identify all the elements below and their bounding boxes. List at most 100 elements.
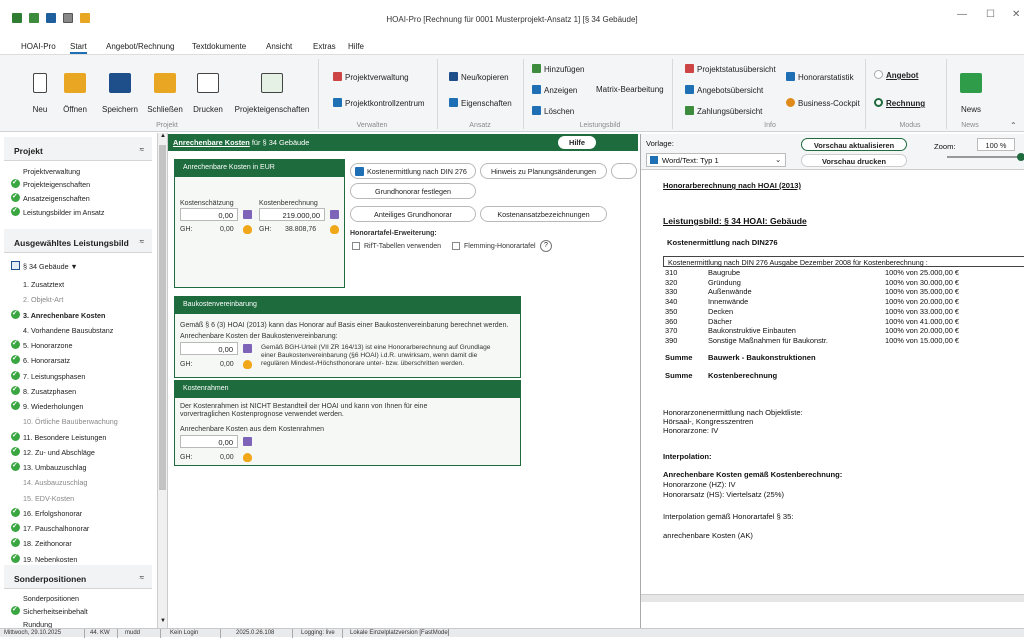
kostenansatzbezeichnungen-button[interactable]: Kostenansatzbezeichnungen [480,206,607,222]
hinweis-planungsaenderungen-button[interactable]: Hinweis zu Planungsänderungen [480,163,607,179]
sidebar-item-leistungsbild-step[interactable]: 3. Anrechenbare Kosten [11,309,105,320]
preview-hscrollbar[interactable] [641,594,1024,602]
sidebar-item-leistungsbild-step[interactable]: 12. Zu- und Abschläge [11,446,95,457]
lightbulb-icon[interactable] [330,225,339,234]
sidebar-item-leistungsbild-step[interactable]: 17. Pauschalhonorar [11,522,89,533]
maximize-icon[interactable]: ☐ [986,9,995,20]
zahlungsuebersicht-button[interactable]: Zahlungsübersicht [685,106,762,116]
angebotsuebersicht-button[interactable]: Angebotsübersicht [685,85,763,95]
sidebar-item-leistungsbilder[interactable]: Leistungsbilder im Ansatz [11,206,105,217]
sidebar-item-leistungsbild-step[interactable]: 1. Zusatztext [23,280,64,289]
sidebar-item-projekteigenschaften[interactable]: Projekteigenschaften [11,178,90,189]
calculator-icon[interactable] [243,210,252,219]
projektverwaltung-button[interactable]: Projektverwaltung [333,72,409,82]
scrollbar-thumb[interactable] [159,145,166,490]
menu-ansicht[interactable]: Ansicht [266,42,292,51]
menu-hoai-pro[interactable]: HOAI-Pro [21,42,56,51]
close-icon[interactable]: ✕ [1012,9,1020,20]
sidebar-item-sicherheitseinbehalt[interactable]: Sicherheitseinbehalt [11,605,88,616]
sidebar-item-leistungsbild-step[interactable]: 19. Nebenkosten [11,553,77,564]
grundhonorar-festlegen-button[interactable]: Grundhonorar festlegen [350,183,476,199]
collapse-icon[interactable]: ≈ [140,237,144,246]
kostenermittlung-din276-button[interactable]: Kostenermittlung nach DIN 276 [350,163,476,179]
sidebar-item-leistungsbild-step[interactable]: 9. Wiederholungen [11,400,83,411]
vorschau-drucken-button[interactable]: Vorschau drucken [801,154,907,167]
save-button[interactable]: Speichern [100,73,140,114]
kostenrahmen-field[interactable]: 0,00 [180,435,238,448]
projektstatusuebersicht-button[interactable]: Projektstatusübersicht [685,64,776,74]
sidebar-item-leistungsbild-step[interactable]: 6. Honorarsatz [11,354,70,365]
collapse-ribbon-icon[interactable]: ⌃ [1010,121,1017,130]
scroll-up-icon[interactable]: ▲ [160,133,166,139]
sidebar-item-sonderpositionen[interactable]: Sonderpositionen [23,594,79,603]
menu-extras[interactable]: Extras [313,42,336,51]
anzeigen-button[interactable]: Anzeigen [532,85,577,95]
open-button[interactable]: Öffnen [58,73,92,114]
baukostenvereinbarung-field[interactable]: 0,00 [180,342,238,355]
minimize-icon[interactable]: — [957,9,967,20]
sidebar-item-ansatzeigenschaften[interactable]: Ansatzeigenschaften [11,192,90,203]
sidebar-scrollbar[interactable]: ▲ ▼ [158,133,168,628]
section-sonderpositionen[interactable]: Sonderpositionen ≈ [4,565,152,589]
sidebar-item-projektverwaltung[interactable]: Projektverwaltung [23,167,80,176]
scroll-down-icon[interactable]: ▼ [160,618,166,624]
hinzufuegen-button[interactable]: Hinzufügen [532,64,584,74]
sidebar-item-leistungsbild-step[interactable]: 11. Besondere Leistungen [11,431,106,442]
projektkontrollzentrum-button[interactable]: Projektkontrollzentrum [333,98,425,108]
sidebar-item-leistungsbild-step[interactable]: 5. Honorarzone [11,339,73,350]
news-button[interactable]: News [953,73,989,114]
sidebar-item-leistungsbild-step[interactable]: 4. Vorhandene Bausubstanz [23,326,113,335]
zoom-slider[interactable] [947,156,1021,158]
rechnung-mode[interactable]: Rechnung [874,98,925,108]
vorlage-select[interactable]: Word/Text: Typ 1 ⌄ [646,153,786,167]
sidebar-item-leistungsbild-step[interactable]: 10. Örtliche Bauüberwachung [23,417,118,426]
help-button[interactable]: Hilfe [558,136,596,149]
section-projekt[interactable]: Projekt ≈ [4,137,152,161]
sidebar-item-leistungsbild-step[interactable]: 15. EDV-Kosten [23,494,74,503]
zoom-slider-handle[interactable] [1017,153,1024,161]
menu-hilfe[interactable]: Hilfe [348,42,364,51]
vorschau-aktualisieren-button[interactable]: Vorschau aktualisieren [801,138,907,151]
leistungsbild-selector[interactable]: § 34 Gebäude ▼ [11,261,78,271]
calculator-icon[interactable] [330,210,339,219]
sidebar-item-leistungsbild-step[interactable]: 7. Leistungsphasen [11,370,85,381]
anteiliges-grundhonorar-button[interactable]: Anteiliges Grundhonorar [350,206,476,222]
help-question-icon[interactable]: ? [540,240,552,252]
sidebar-item-leistungsbild-step[interactable]: 16. Erfolgshonorar [11,507,82,518]
lightbulb-icon[interactable] [243,360,252,369]
print-button[interactable]: Drucken [190,73,226,114]
sidebar-item-leistungsbild-step[interactable]: 2. Objekt-Art [23,295,63,304]
rift-checkbox[interactable] [352,242,360,250]
menu-start[interactable]: Start [70,42,87,54]
sidebar-item-leistungsbild-step[interactable]: 18. Zeithonorar [11,537,72,548]
honorarstatistik-button[interactable]: Honorarstatistik [786,72,854,82]
menu-textdokumente[interactable]: Textdokumente [192,42,246,51]
sidebar-item-leistungsbild-step[interactable]: 13. Umbauzuschlag [11,461,87,472]
anrechenbare-kosten-link[interactable]: Anrechenbare Kosten [173,138,250,147]
menu-angebot-rechnung[interactable]: Angebot/Rechnung [106,42,175,51]
angebot-mode[interactable]: Angebot [874,70,918,80]
bgh-note-1: Gemäß BGH-Urteil (VII ZR 164/13) ist ein… [261,344,491,351]
section-leistungsbild[interactable]: Ausgewähltes Leistungsbild ≈ [4,229,152,253]
lightbulb-icon[interactable] [243,225,252,234]
collapse-icon[interactable]: ≈ [140,145,144,154]
eigenschaften-button[interactable]: Eigenschaften [449,98,512,108]
zoom-field[interactable]: 100 % [977,138,1015,151]
sidebar-item-leistungsbild-step[interactable]: 8. Zusatzphasen [11,385,76,396]
matrix-bearbeitung-button[interactable]: Matrix-Bearbeitung [596,85,664,94]
collapse-icon[interactable]: ≈ [140,573,144,582]
lightbulb-icon[interactable] [243,453,252,462]
close-project-button[interactable]: Schließen [145,73,185,114]
more-button[interactable] [611,163,637,179]
loeschen-button[interactable]: Löschen [532,106,574,116]
kostenschaetzung-field[interactable]: 0,00 [180,208,238,221]
business-cockpit-button[interactable]: Business-Cockpit [786,98,860,108]
project-properties-button[interactable]: Projekteigenschaften [232,73,312,114]
sidebar-item-leistungsbild-step[interactable]: 14. Ausbauzuschlag [23,478,87,487]
calculator-icon[interactable] [243,437,252,446]
new-button[interactable]: Neu [27,73,53,114]
neu-kopieren-button[interactable]: Neu/kopieren [449,72,509,82]
flemming-checkbox[interactable] [452,242,460,250]
kostenberechnung-field[interactable]: 219.000,00 [259,208,325,221]
calculator-icon[interactable] [243,344,252,353]
